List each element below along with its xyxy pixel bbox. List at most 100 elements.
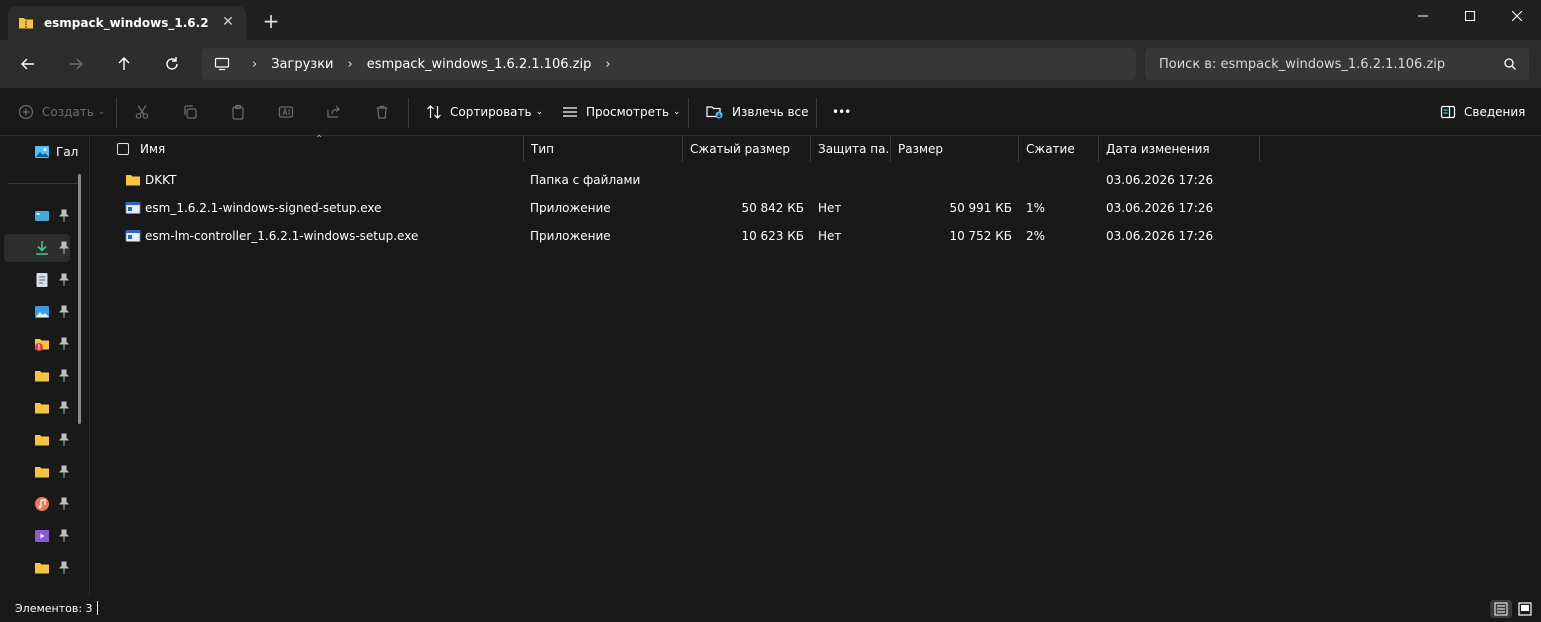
folder-icon — [35, 563, 49, 574]
extract-all-button[interactable]: Извлечь все — [706, 100, 809, 124]
sidebar-item-downloads[interactable] — [4, 234, 70, 262]
extract-folder-icon — [706, 106, 723, 119]
folder-icon — [35, 435, 49, 446]
sidebar-item-videos[interactable] — [4, 522, 70, 550]
zip-folder-icon — [19, 18, 33, 29]
file-compressed-size: 10 623 КБ — [741, 229, 804, 243]
close-tab-icon[interactable]: ✕ — [220, 14, 236, 30]
arrow-up-icon — [118, 57, 130, 70]
column-header-row: ⌃ Имя Тип Сжатый размер Защита па... Раз… — [91, 134, 1541, 162]
column-header-name[interactable]: Имя — [133, 136, 524, 162]
pictures-icon — [35, 306, 49, 318]
pin-icon — [58, 529, 70, 542]
sidebar-item-folder[interactable] — [4, 458, 70, 486]
minimize-button[interactable] — [1400, 0, 1446, 32]
details-button[interactable]: Сведения — [1440, 100, 1525, 124]
trash-icon — [376, 105, 388, 119]
toolbar-divider — [408, 98, 409, 128]
folder-icon — [126, 175, 140, 186]
chevron-right-icon[interactable]: › — [605, 57, 610, 72]
chevron-right-icon[interactable]: › — [252, 57, 257, 72]
plus-circle-icon — [18, 104, 34, 120]
file-size: 50 991 КБ — [949, 201, 1012, 215]
sidebar-scrollbar[interactable] — [78, 174, 81, 424]
table-row[interactable]: esm-lm-controller_1.6.2.1-windows-setup.… — [91, 222, 1541, 250]
sidebar-item-desktop[interactable] — [4, 202, 70, 230]
column-header-type[interactable]: Тип — [524, 136, 683, 162]
toolbar-divider — [688, 98, 689, 128]
computer-icon — [214, 57, 230, 71]
sidebar-item-music[interactable] — [4, 490, 70, 518]
sort-arrows-icon — [427, 105, 441, 119]
column-header-ratio[interactable]: Сжатие — [1019, 136, 1099, 162]
sidebar-divider — [8, 183, 80, 184]
select-all-checkbox[interactable] — [117, 143, 129, 155]
more-options-button[interactable]: ••• — [832, 100, 851, 124]
paste-button[interactable] — [230, 100, 246, 124]
column-header-compressed-size[interactable]: Сжатый размер — [683, 136, 811, 162]
toolbar-divider — [816, 98, 817, 128]
back-button[interactable] — [16, 52, 40, 76]
pin-icon — [58, 465, 70, 478]
arrow-right-icon — [70, 58, 83, 70]
up-button[interactable] — [112, 52, 136, 76]
table-row[interactable]: esm_1.6.2.1-windows-signed-setup.exe При… — [91, 194, 1541, 222]
rename-button[interactable] — [278, 100, 294, 124]
cut-button[interactable] — [134, 100, 150, 124]
new-tab-button[interactable]: + — [262, 11, 280, 31]
share-button[interactable] — [326, 100, 342, 124]
item-count: Элементов: 3 — [15, 602, 93, 615]
sidebar-item-documents[interactable] — [4, 266, 70, 294]
sidebar-item-folder[interactable] — [4, 394, 70, 422]
chevron-right-icon[interactable]: › — [348, 57, 353, 72]
sidebar-item-pictures[interactable] — [4, 298, 70, 326]
file-type: Приложение — [530, 229, 611, 243]
folder-icon — [35, 467, 49, 478]
details-view-button[interactable] — [1490, 600, 1512, 618]
sidebar-item-folder[interactable] — [4, 362, 70, 390]
chevron-down-icon: ⌄ — [535, 107, 544, 117]
breadcrumb-downloads[interactable]: Загрузки — [271, 57, 333, 72]
sidebar-item-folder[interactable] — [4, 426, 70, 454]
refresh-icon — [166, 57, 178, 70]
details-label: Сведения — [1464, 105, 1526, 119]
command-bar: Создать ⌄ Сортировать ⌄ Просмотреть ⌄ Из… — [0, 88, 1541, 136]
create-label: Создать — [42, 105, 94, 119]
copy-button[interactable] — [182, 100, 198, 124]
forward-button[interactable] — [64, 52, 88, 76]
sidebar-item-folder[interactable] — [4, 554, 70, 582]
pin-icon — [58, 497, 70, 510]
arrow-left-icon — [21, 58, 34, 70]
create-button[interactable]: Создать ⌄ — [18, 100, 105, 124]
sidebar-item-gallery[interactable]: Гал — [4, 138, 78, 166]
delete-button[interactable] — [374, 100, 390, 124]
maximize-button[interactable] — [1447, 0, 1493, 32]
close-window-button[interactable] — [1494, 0, 1540, 32]
breadcrumb-zip[interactable]: esmpack_windows_1.6.2.1.106.zip — [367, 57, 592, 72]
sidebar-item-label: Гал — [56, 145, 79, 159]
minimize-icon — [1418, 15, 1428, 17]
sidebar-item-warning-folder[interactable] — [4, 330, 70, 358]
address-bar[interactable]: › Загрузки › esmpack_windows_1.6.2.1.106… — [202, 48, 1136, 80]
pin-icon — [58, 369, 70, 382]
tab-zip-folder[interactable]: esmpack_windows_1.6.2.1.106.zip ✕ — [8, 6, 246, 40]
video-icon — [35, 530, 49, 542]
file-name: esm_1.6.2.1-windows-signed-setup.exe — [145, 201, 382, 215]
desktop-icon — [35, 211, 49, 221]
tiles-view-button[interactable] — [1514, 600, 1536, 618]
file-compressed-size: 50 842 КБ — [741, 201, 804, 215]
column-header-protection[interactable]: Защита па... — [811, 136, 891, 162]
view-button[interactable]: Просмотреть ⌄ — [562, 100, 681, 124]
search-icon[interactable] — [1503, 57, 1517, 71]
search-input[interactable]: Поиск в: esmpack_windows_1.6.2.1.106.zip — [1145, 48, 1529, 80]
folder-icon — [35, 371, 49, 382]
file-list: ⌃ Имя Тип Сжатый размер Защита па... Раз… — [91, 134, 1541, 596]
pin-icon — [58, 433, 70, 446]
refresh-button[interactable] — [160, 52, 184, 76]
sort-button[interactable]: Сортировать ⌄ — [426, 100, 543, 124]
column-header-size[interactable]: Размер — [891, 136, 1019, 162]
pin-icon — [58, 209, 70, 222]
table-row[interactable]: DKKT Папка с файлами 03.06.2026 17:26 — [91, 166, 1541, 194]
column-header-modified[interactable]: Дата изменения — [1099, 136, 1260, 162]
tiles-view-icon — [1518, 602, 1532, 616]
